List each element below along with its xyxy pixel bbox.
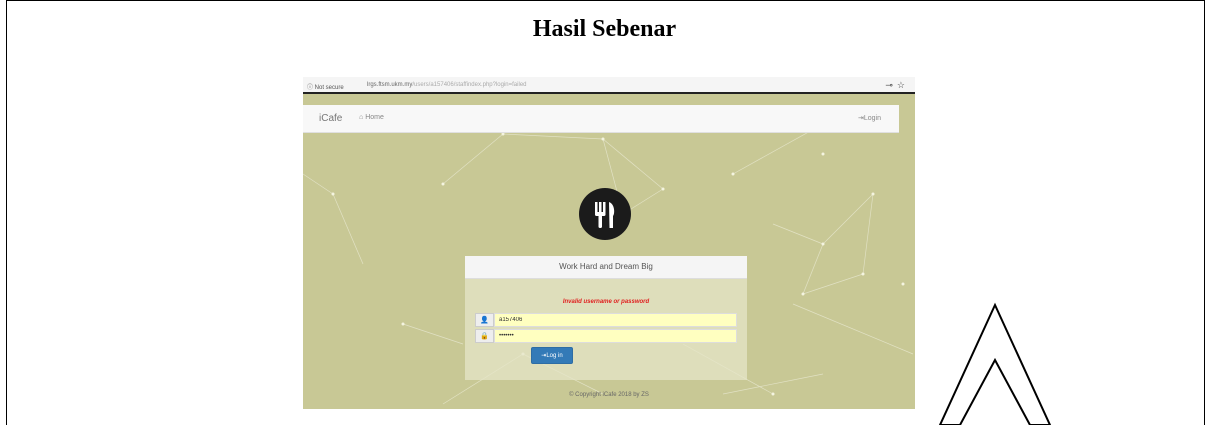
decorative-arrow (938, 302, 1052, 425)
